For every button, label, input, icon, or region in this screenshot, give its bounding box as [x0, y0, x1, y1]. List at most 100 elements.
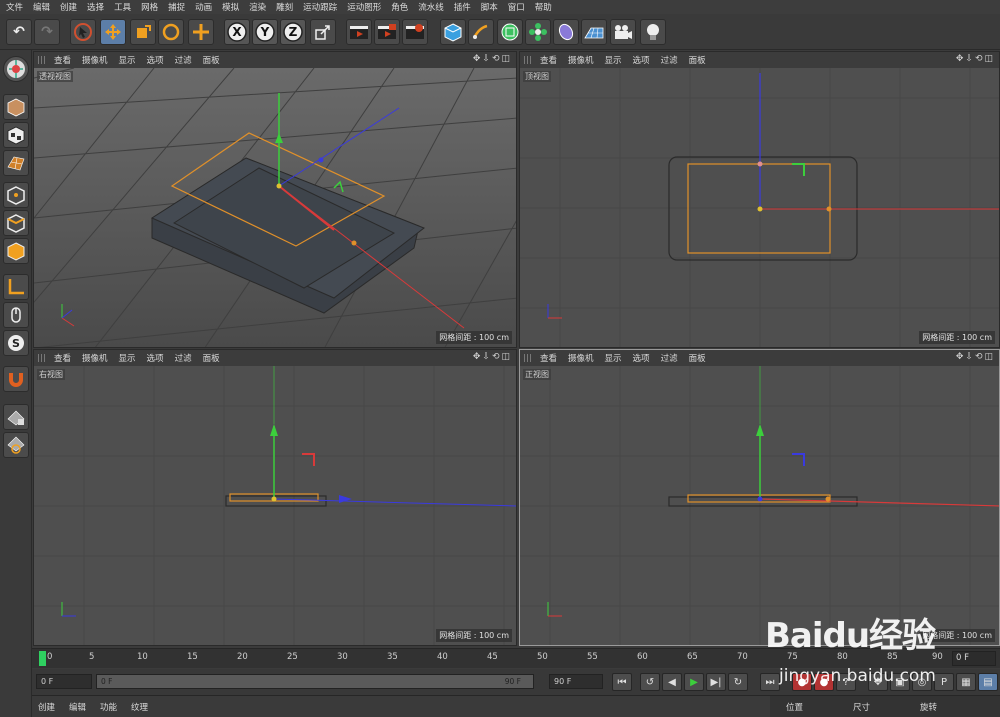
next-frame-icon[interactable]: ▶|: [706, 673, 726, 691]
undo-icon[interactable]: ↶: [6, 19, 32, 45]
prev-key-icon[interactable]: ↺: [640, 673, 660, 691]
select-tool-icon[interactable]: [70, 19, 96, 45]
render-settings-icon[interactable]: [402, 19, 428, 45]
playhead-marker[interactable]: [39, 651, 46, 666]
viewport-menu-filter[interactable]: 过滤: [175, 54, 192, 66]
camera-icon[interactable]: [610, 19, 636, 45]
menu-sculpt[interactable]: 雕刻: [276, 1, 293, 13]
texture-mode-icon[interactable]: [3, 122, 29, 148]
menu-select[interactable]: 选择: [87, 1, 104, 13]
cube-object-icon[interactable]: [440, 19, 466, 45]
edges-mode-icon[interactable]: [3, 210, 29, 236]
viewport-menu-filter[interactable]: 过滤: [661, 352, 678, 364]
viewport-nav-icons[interactable]: ✥⇩⟲◫: [956, 352, 995, 362]
viewport-nav-icons[interactable]: ✥⇩⟲◫: [956, 54, 995, 64]
viewport-front[interactable]: 查看 摄像机 显示 选项 过滤 面板 ✥⇩⟲◫ 正视图 网格间距 : 100 c…: [519, 349, 1000, 646]
viewport-menu-filter[interactable]: 过滤: [175, 352, 192, 364]
pivot-point[interactable]: [276, 183, 282, 189]
viewport-menu-filter[interactable]: 过滤: [661, 54, 678, 66]
viewport-nav-icons[interactable]: ✥⇩⟲◫: [473, 54, 512, 64]
viewport-menu-camera[interactable]: 摄像机: [568, 54, 594, 66]
z-axis-lock-icon[interactable]: Z: [280, 19, 306, 45]
current-frame-field[interactable]: 0 F: [36, 674, 92, 689]
menu-edit[interactable]: 编辑: [33, 1, 50, 13]
pivot-point[interactable]: [271, 496, 277, 502]
viewport-perspective[interactable]: 查看 摄像机 显示 选项 过滤 面板 ✥⇩⟲◫ 透视视图 网格间距 : 100 …: [33, 51, 517, 348]
grip-icon[interactable]: [38, 56, 46, 64]
render-view-icon[interactable]: [346, 19, 372, 45]
keyframe-layout-icon[interactable]: ▤: [978, 673, 998, 691]
menu-simulate[interactable]: 模拟: [222, 1, 239, 13]
coordinate-system-icon[interactable]: [310, 19, 336, 45]
menu-pipeline[interactable]: 流水线: [418, 1, 444, 13]
viewport-menu-view[interactable]: 查看: [54, 352, 71, 364]
viewport-menu-display[interactable]: 显示: [119, 54, 136, 66]
model-mode-icon[interactable]: [3, 94, 29, 120]
material-menu-function[interactable]: 功能: [100, 701, 117, 713]
menu-snap[interactable]: 捕捉: [168, 1, 185, 13]
viewport-menu-panel[interactable]: 面板: [689, 352, 706, 364]
menu-character[interactable]: 角色: [391, 1, 408, 13]
material-menu-edit[interactable]: 编辑: [69, 701, 86, 713]
viewport-menu-camera[interactable]: 摄像机: [82, 352, 108, 364]
move-tool-icon[interactable]: [100, 19, 126, 45]
viewport-right[interactable]: 查看 摄像机 显示 选项 过滤 面板 ✥⇩⟲◫ 右视图 网格间距 : 100 c…: [33, 349, 517, 646]
transform-tool-icon[interactable]: [188, 19, 214, 45]
viewport-menu-camera[interactable]: 摄像机: [82, 54, 108, 66]
viewport-menu-panel[interactable]: 面板: [689, 54, 706, 66]
viewport-menu-options[interactable]: 选项: [147, 54, 164, 66]
viewport-menu-options[interactable]: 选项: [633, 352, 650, 364]
frame-range-slider[interactable]: 0 F 90 F: [96, 674, 534, 689]
viewport-menu-view[interactable]: 查看: [540, 54, 557, 66]
viewport-menu-options[interactable]: 选项: [633, 54, 650, 66]
material-menu-create[interactable]: 创建: [38, 701, 55, 713]
pen-spline-icon[interactable]: [468, 19, 494, 45]
menu-mesh[interactable]: 网格: [141, 1, 158, 13]
timeline-end-frame-field[interactable]: 0 F: [952, 651, 996, 666]
grip-icon[interactable]: [524, 354, 532, 362]
grip-icon[interactable]: [524, 56, 532, 64]
material-menu-texture[interactable]: 纹理: [131, 701, 148, 713]
pivot-point[interactable]: [757, 496, 763, 502]
viewport-menu-display[interactable]: 显示: [605, 352, 622, 364]
prev-frame-icon[interactable]: ◀: [662, 673, 682, 691]
cloner-icon[interactable]: [525, 19, 551, 45]
menu-animate[interactable]: 动画: [195, 1, 212, 13]
polygons-mode-icon[interactable]: [3, 238, 29, 264]
points-mode-icon[interactable]: [3, 182, 29, 208]
viewport-menu-display[interactable]: 显示: [605, 54, 622, 66]
viewport-menu-camera[interactable]: 摄像机: [568, 352, 594, 364]
scale-tool-icon[interactable]: [130, 19, 156, 45]
pivot-point[interactable]: [757, 206, 763, 212]
menu-help[interactable]: 帮助: [535, 1, 552, 13]
max-frame-field[interactable]: 90 F: [549, 674, 603, 689]
viewport-menu-display[interactable]: 显示: [119, 352, 136, 364]
deformer-icon[interactable]: [553, 19, 579, 45]
render-picture-viewer-icon[interactable]: [374, 19, 400, 45]
y-axis-lock-icon[interactable]: Y: [252, 19, 278, 45]
menu-motion-tracking[interactable]: 运动跟踪: [303, 1, 337, 13]
viewport-menu-view[interactable]: 查看: [54, 54, 71, 66]
menu-mograph[interactable]: 运动图形: [347, 1, 381, 13]
make-editable-icon[interactable]: [3, 56, 29, 82]
workplane-align-icon[interactable]: [3, 432, 29, 458]
snap-enable-icon[interactable]: S: [3, 330, 29, 356]
goto-start-icon[interactable]: ⏮: [612, 673, 632, 691]
subdivision-icon[interactable]: [497, 19, 523, 45]
menu-script[interactable]: 脚本: [481, 1, 498, 13]
next-key-icon[interactable]: ↻: [728, 673, 748, 691]
magnet-icon[interactable]: [3, 366, 29, 392]
viewport-nav-icons[interactable]: ✥⇩⟲◫: [473, 352, 512, 362]
workplane-mode-icon[interactable]: [3, 150, 29, 176]
rotate-tool-icon[interactable]: [158, 19, 184, 45]
menu-create[interactable]: 创建: [60, 1, 77, 13]
menu-window[interactable]: 窗口: [508, 1, 525, 13]
viewport-top[interactable]: 查看 摄像机 显示 选项 过滤 面板 ✥⇩⟲◫ 顶视图 网格间距 : 100 c…: [519, 51, 1000, 348]
play-icon[interactable]: ▶: [684, 673, 704, 691]
viewport-menu-options[interactable]: 选项: [147, 352, 164, 364]
redo-icon[interactable]: ↷: [34, 19, 60, 45]
light-icon[interactable]: [640, 19, 666, 45]
menu-render[interactable]: 渲染: [249, 1, 266, 13]
lock-workplane-icon[interactable]: [3, 404, 29, 430]
menu-file[interactable]: 文件: [6, 1, 23, 13]
